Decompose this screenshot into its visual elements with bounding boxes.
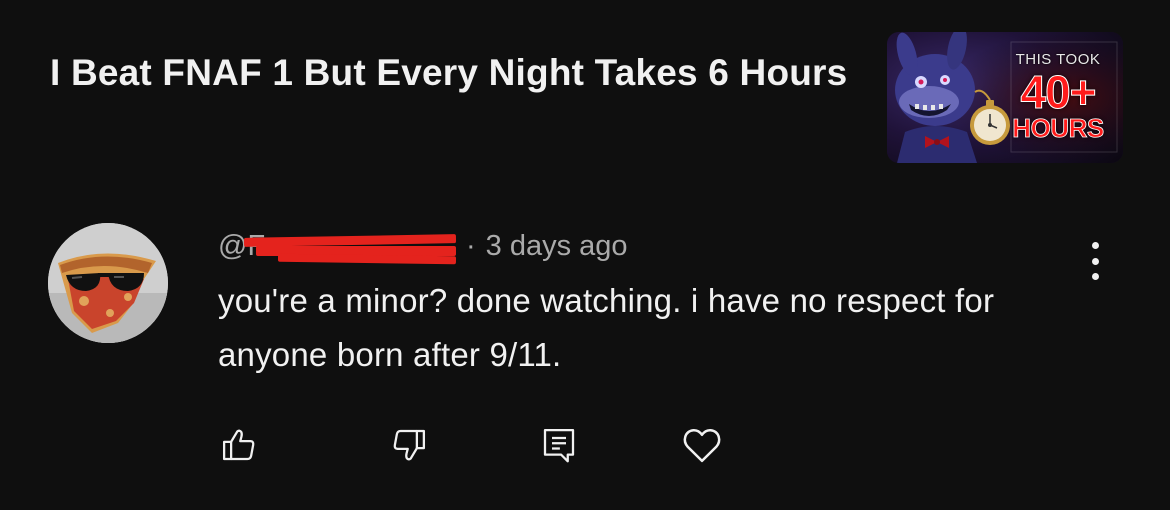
reply-button[interactable] — [534, 420, 584, 470]
like-button[interactable] — [214, 420, 264, 470]
comment-actions — [0, 420, 1170, 476]
comment-thread-item: @F · 3 days ago you're a minor? done wat… — [0, 200, 1170, 510]
thumbnail-caption-line3: HOURS — [1012, 113, 1105, 143]
comment-more-button[interactable] — [1080, 236, 1110, 286]
heart-icon — [683, 428, 721, 463]
heart-button[interactable] — [677, 420, 727, 470]
comment-author[interactable]: @F — [218, 226, 458, 266]
dislike-button[interactable] — [384, 420, 434, 470]
meta-separator: · — [466, 229, 476, 262]
comment-text: you're a minor? done watching. i have no… — [218, 282, 995, 373]
video-thumbnail[interactable]: THIS TOOK 40+ HOURS — [887, 32, 1123, 163]
redaction-mark — [277, 253, 457, 265]
more-vertical-icon-dot — [1091, 273, 1099, 280]
thumbnail-caption: THIS TOOK 40+ HOURS — [999, 52, 1117, 141]
redaction-mark — [243, 234, 457, 247]
more-vertical-icon-dot — [1091, 257, 1099, 265]
video-title[interactable]: I Beat FNAF 1 But Every Night Takes 6 Ho… — [50, 46, 850, 100]
comment-reply-icon — [543, 428, 575, 463]
thumbs-up-icon — [222, 429, 255, 461]
thumbnail-caption-line2: 40+ — [1020, 66, 1097, 118]
video-header: I Beat FNAF 1 But Every Night Takes 6 Ho… — [0, 0, 1170, 190]
avatar-image — [48, 223, 168, 343]
comment-header: @F · 3 days ago — [218, 224, 628, 268]
avatar[interactable] — [48, 223, 168, 343]
thumbs-down-icon — [393, 429, 426, 461]
thumbnail-caption-line1: THIS TOOK — [1015, 51, 1101, 68]
more-vertical-icon — [1091, 242, 1099, 249]
comment-timestamp[interactable]: 3 days ago — [486, 230, 628, 263]
